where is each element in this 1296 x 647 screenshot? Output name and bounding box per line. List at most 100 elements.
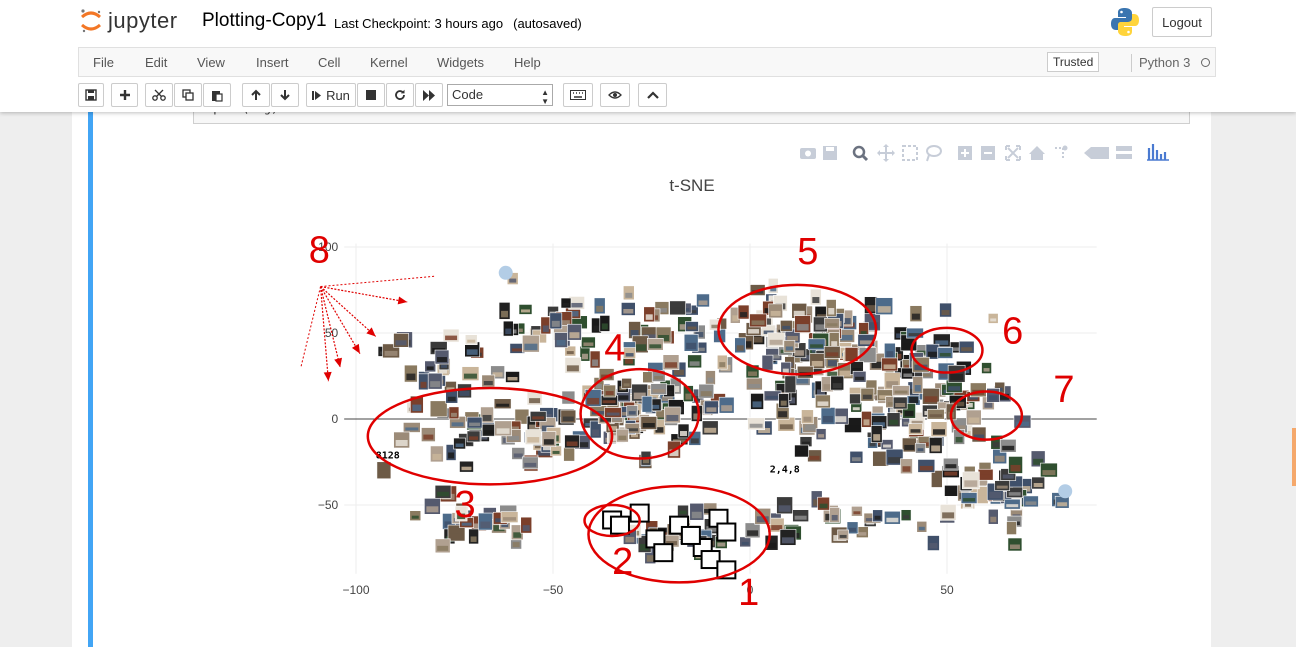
image-thumbnail — [616, 428, 629, 443]
thumbnail-content — [1042, 470, 1056, 476]
thumbnail-content — [618, 395, 629, 400]
thumbnail-content — [961, 347, 973, 352]
box-select-icon[interactable] — [902, 145, 918, 161]
point-label: 2,4,8 — [770, 464, 800, 475]
thumbnail-content — [895, 403, 906, 408]
thumbnail-content — [411, 515, 419, 519]
thumbnail-content — [551, 320, 560, 327]
image-thumbnail — [696, 293, 710, 308]
restart-run-all-button[interactable] — [415, 83, 443, 107]
thumbnail-content — [939, 352, 951, 357]
thumbnail-content — [888, 457, 902, 464]
restart-button[interactable] — [386, 83, 414, 107]
save-button[interactable] — [78, 83, 104, 107]
camera-icon[interactable] — [800, 148, 816, 159]
kernel-status-icon — [1201, 58, 1210, 67]
image-thumbnail — [579, 345, 591, 362]
image-thumbnail — [1003, 498, 1021, 510]
image-thumbnail — [1031, 476, 1046, 490]
thumbnail-content — [903, 515, 910, 519]
image-thumbnail — [685, 321, 699, 332]
thumbnail-content — [480, 521, 491, 529]
thumbnail-content — [983, 368, 990, 372]
thumbnail-content — [948, 386, 961, 391]
arrow-down-icon — [280, 90, 290, 101]
thumbnail-content — [496, 403, 510, 407]
thumbnail-content — [780, 400, 787, 406]
save-icon[interactable] — [823, 146, 837, 160]
image-thumbnail — [931, 470, 943, 488]
image-thumbnail — [622, 285, 635, 301]
jupyter-logo[interactable]: jupyter — [80, 6, 178, 36]
menu-view[interactable]: View — [197, 55, 225, 70]
thumbnail-content — [721, 405, 733, 412]
toggle-view-button[interactable] — [600, 83, 630, 107]
image-thumbnail — [520, 516, 533, 534]
thumbnail-content — [522, 525, 530, 532]
plot-modebar[interactable] — [800, 144, 1169, 162]
thumbnail-content — [666, 414, 679, 421]
thumbnail-content — [623, 383, 630, 387]
run-button[interactable]: Run — [306, 83, 356, 107]
menu-edit[interactable]: Edit — [145, 55, 167, 70]
thumbnail-content — [596, 305, 604, 312]
thumbnail-content — [839, 534, 847, 538]
thumbnail-content — [1002, 445, 1015, 451]
hover-closest-icon[interactable] — [1084, 147, 1109, 159]
menu-file[interactable]: File — [93, 55, 114, 70]
thumbnail-content — [423, 434, 434, 440]
zoom-icon[interactable] — [852, 145, 869, 162]
image-thumbnail — [393, 431, 410, 449]
command-palette-button[interactable] — [563, 83, 593, 107]
autoscale-icon[interactable] — [1005, 145, 1021, 161]
move-down-button[interactable] — [271, 83, 299, 107]
thumbnail-content — [869, 442, 876, 447]
thumbnail-content — [412, 404, 422, 412]
collapse-header-button[interactable] — [638, 83, 667, 107]
image-thumbnail — [478, 512, 493, 531]
zoom-out-icon[interactable] — [981, 146, 995, 160]
menu-kernel[interactable]: Kernel — [370, 55, 408, 70]
menu-insert[interactable]: Insert — [256, 55, 289, 70]
image-thumbnail — [564, 357, 582, 374]
thumbnail-content — [501, 310, 509, 318]
image-thumbnail — [581, 336, 596, 349]
thumbnail-content — [445, 335, 458, 341]
thumbnail-content — [432, 453, 442, 460]
save-icon — [85, 89, 97, 101]
thumbnail-frame — [620, 302, 636, 316]
image-thumbnail — [807, 338, 826, 351]
menu-cell[interactable]: Cell — [318, 55, 340, 70]
thumbnail-content — [566, 441, 578, 446]
lasso-icon[interactable] — [926, 145, 942, 162]
x-tick-label: −100 — [342, 583, 369, 597]
thumbnail-content — [687, 326, 697, 330]
thumbnail-content — [741, 541, 749, 545]
home-icon[interactable] — [1029, 146, 1045, 160]
tsne-plot[interactable]: t-SNE −100 −50 0 50100500−50 81282,4,8 1234… — [72, 112, 1211, 647]
image-thumbnail — [965, 409, 982, 426]
trusted-badge[interactable]: Trusted — [1047, 52, 1100, 72]
cell-type-select[interactable]: Code ▲ ▼ — [447, 84, 553, 106]
hover-compare-icon[interactable] — [1116, 146, 1132, 159]
thumbnail-content — [990, 318, 997, 322]
thumbnail-content — [618, 435, 627, 441]
move-up-button[interactable] — [242, 83, 270, 107]
interrupt-button[interactable] — [357, 83, 385, 107]
menu-help[interactable]: Help — [514, 55, 541, 70]
cut-button[interactable] — [145, 83, 173, 107]
plotly-logo-icon[interactable] — [1147, 144, 1169, 161]
thumbnail-content — [680, 431, 688, 437]
thumbnail-content — [441, 364, 448, 368]
spike-lines-icon[interactable] — [1055, 145, 1068, 161]
notebook-title[interactable]: Plotting-Copy1 — [202, 10, 327, 32]
insert-cell-button[interactable] — [111, 83, 138, 107]
zoom-in-icon[interactable] — [958, 146, 972, 160]
paste-button[interactable] — [203, 83, 231, 107]
image-thumbnail — [445, 389, 459, 404]
logout-button[interactable]: Logout — [1152, 7, 1212, 37]
copy-button[interactable] — [174, 83, 202, 107]
pan-icon[interactable] — [877, 144, 895, 162]
image-thumbnail — [1006, 521, 1017, 535]
menu-widgets[interactable]: Widgets — [437, 55, 484, 70]
